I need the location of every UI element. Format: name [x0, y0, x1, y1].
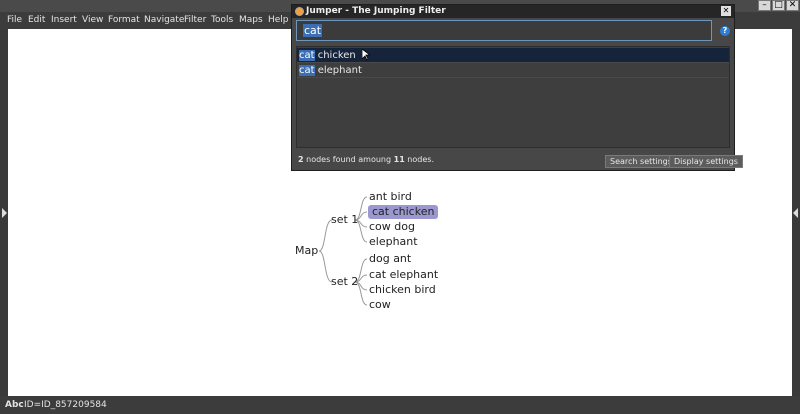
- search-input[interactable]: cat: [296, 20, 712, 41]
- jumper-dialog: Jumper - The Jumping Filter ✕ cat ? cat …: [291, 4, 743, 171]
- node-cat-chicken-selected[interactable]: cat chicken: [368, 205, 439, 219]
- node-cow[interactable]: cow: [369, 298, 391, 312]
- maximize-button[interactable]: □: [772, 0, 785, 11]
- search-query-text: cat: [303, 24, 323, 37]
- summary-text: nodes found amoung: [303, 155, 394, 164]
- node-elephant[interactable]: elephant: [369, 235, 418, 249]
- node-set1[interactable]: set 1: [331, 213, 358, 227]
- jumper-titlebar[interactable]: Jumper - The Jumping Filter ✕: [292, 5, 734, 18]
- node-id-label: ID=ID_857209584: [24, 400, 107, 410]
- jumper-app-icon: [295, 7, 304, 16]
- display-settings-button[interactable]: Display settings: [669, 155, 743, 168]
- menu-tools[interactable]: Tools: [211, 15, 233, 25]
- node-chicken-bird[interactable]: chicken bird: [369, 283, 436, 297]
- summary-suffix: nodes.: [404, 155, 434, 164]
- menu-navigate[interactable]: Navigate: [144, 15, 184, 25]
- menu-filter[interactable]: Filter: [184, 15, 206, 25]
- close-window-button[interactable]: ✕: [786, 0, 799, 11]
- text-format-icon: Abc: [5, 400, 24, 410]
- menu-maps[interactable]: Maps: [239, 15, 263, 25]
- node-ant-bird[interactable]: ant bird: [369, 190, 412, 204]
- jumper-title-text: Jumper - The Jumping Filter: [306, 6, 446, 16]
- search-settings-button[interactable]: Search settings: [605, 155, 677, 168]
- menu-edit[interactable]: Edit: [28, 15, 45, 25]
- node-cow-dog[interactable]: cow dog: [369, 220, 415, 234]
- node-set2[interactable]: set 2: [331, 275, 358, 289]
- total-count: 11: [393, 155, 405, 164]
- result-match-text: cat: [299, 50, 315, 61]
- minimize-button[interactable]: –: [758, 0, 771, 11]
- close-icon[interactable]: ✕: [721, 6, 731, 16]
- menu-help[interactable]: Help: [268, 15, 289, 25]
- result-rest-text: chicken: [314, 50, 356, 61]
- menu-format[interactable]: Format: [108, 15, 140, 25]
- menu-view[interactable]: View: [82, 15, 103, 25]
- status-bar: Abc ID=ID_857209584: [0, 396, 800, 414]
- help-icon[interactable]: ?: [720, 26, 730, 36]
- menu-insert[interactable]: Insert: [51, 15, 77, 25]
- node-root-map[interactable]: Map: [295, 244, 318, 258]
- node-cat-elephant[interactable]: cat elephant: [369, 268, 438, 282]
- node-dog-ant[interactable]: dog ant: [369, 252, 411, 266]
- result-match-text: cat: [299, 65, 315, 76]
- results-list[interactable]: cat chicken cat elephant: [296, 46, 730, 148]
- result-rest-text: elephant: [314, 65, 362, 76]
- left-panel-handle[interactable]: [2, 208, 7, 218]
- right-panel-handle[interactable]: [793, 208, 798, 218]
- result-item[interactable]: cat elephant: [297, 63, 729, 78]
- mouse-cursor-icon: [362, 49, 370, 61]
- menu-file[interactable]: File: [7, 15, 22, 25]
- results-summary: 2 nodes found amoung 11 nodes.: [298, 155, 434, 164]
